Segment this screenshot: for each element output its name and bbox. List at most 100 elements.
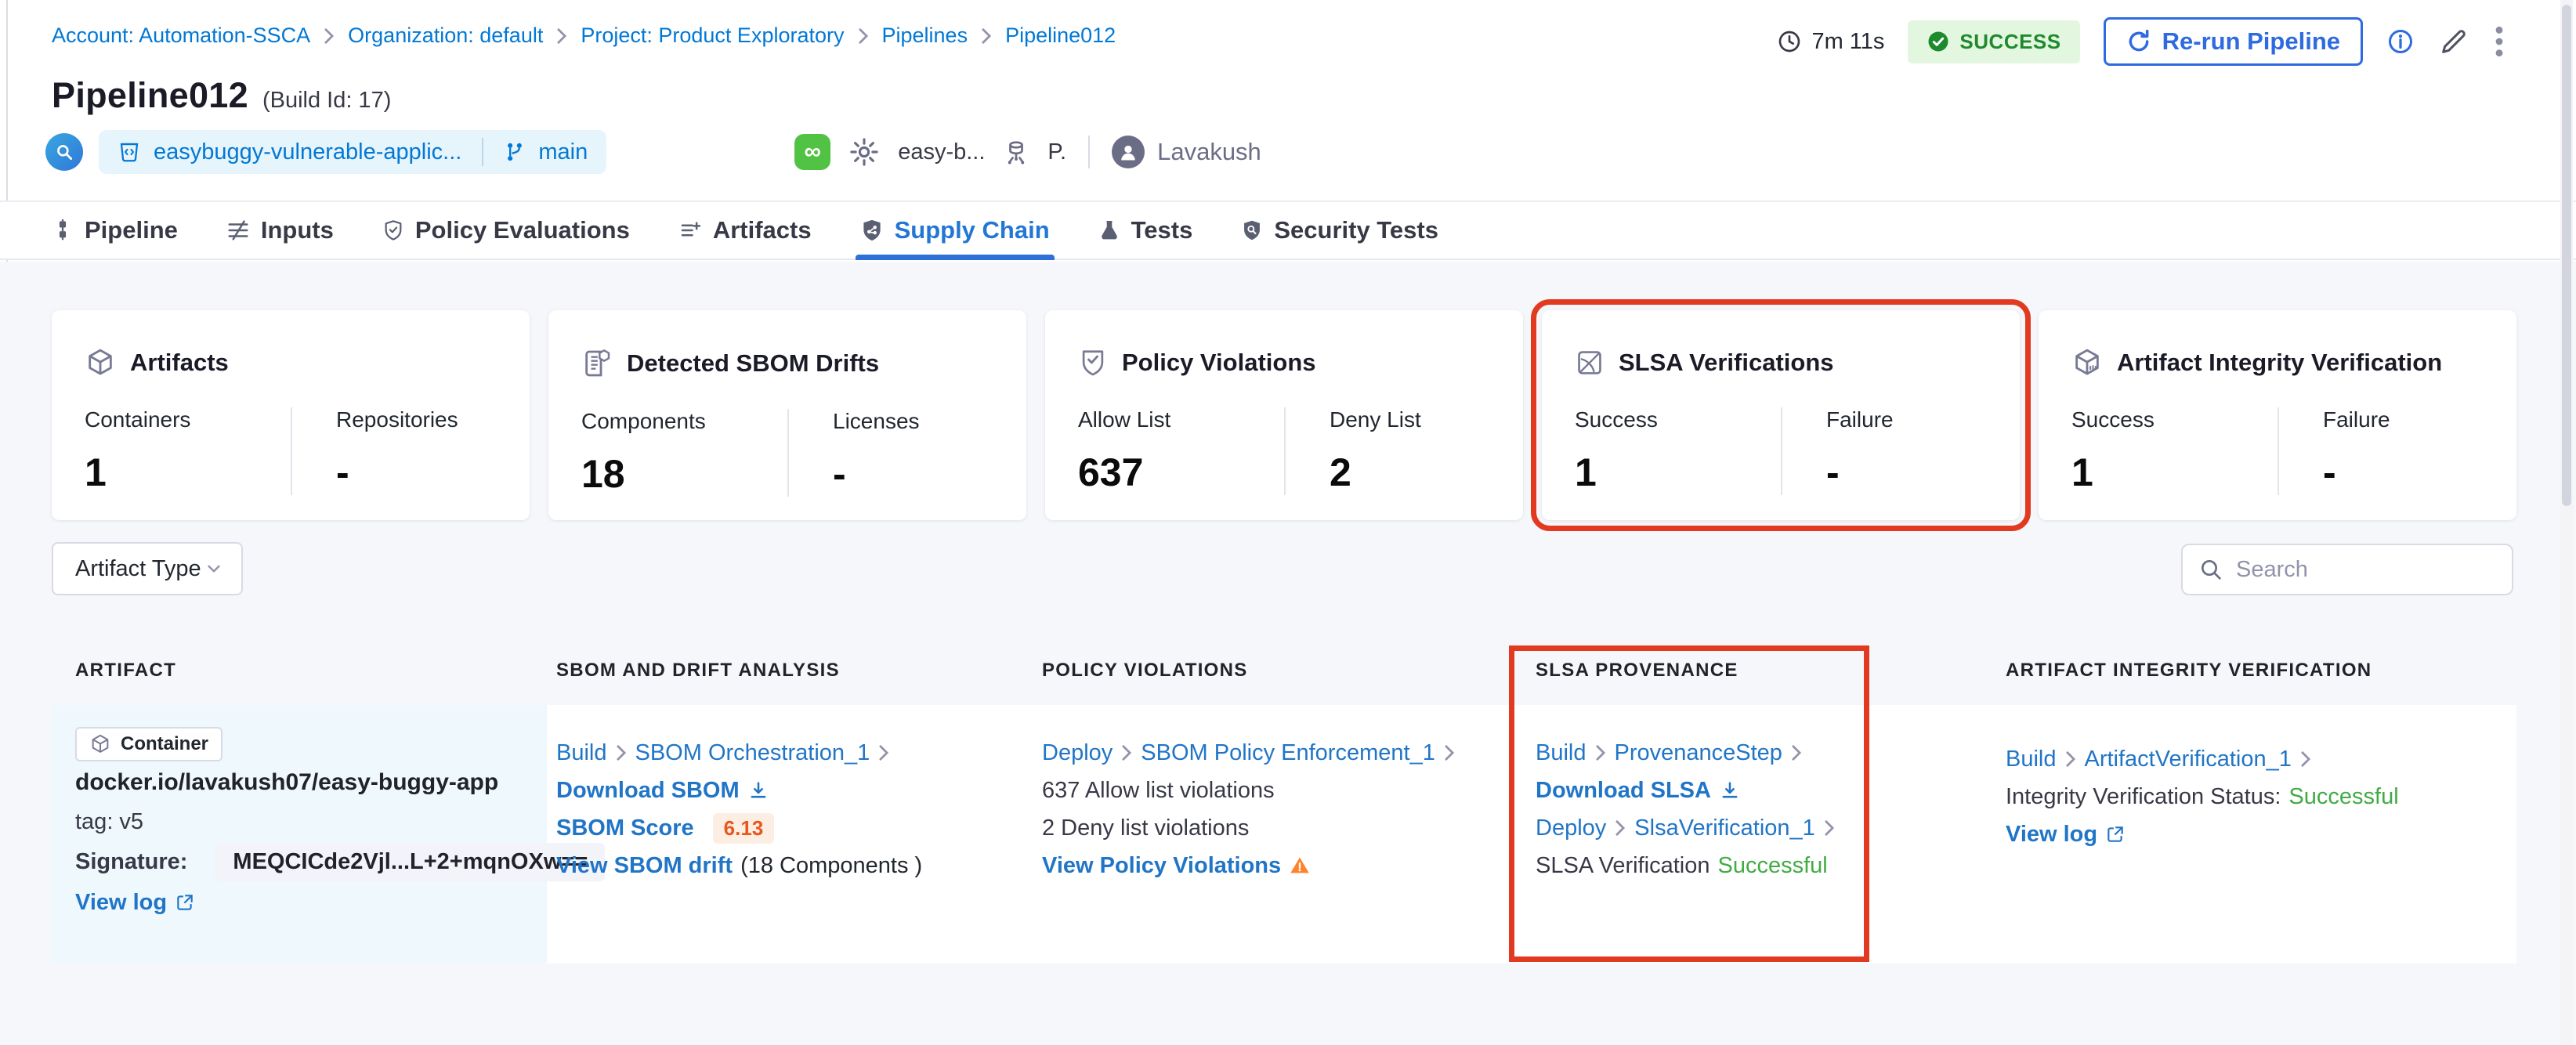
webhook-trigger-icon bbox=[45, 133, 83, 171]
stat-label: Success bbox=[2071, 407, 2155, 432]
view-sbom-drift-link[interactable]: View SBOM drift bbox=[556, 853, 733, 879]
card-slsa-verifications: SLSA Verifications Success 1 Failure - bbox=[1531, 299, 2031, 531]
container-type-label: Container bbox=[121, 733, 209, 754]
edit-button[interactable] bbox=[2438, 26, 2469, 57]
stat-value: 2 bbox=[1330, 450, 1351, 494]
info-button[interactable] bbox=[2386, 27, 2415, 56]
chevron-right-icon bbox=[2066, 751, 2075, 767]
sbom-step-link[interactable]: SBOM Orchestration_1 bbox=[635, 740, 870, 766]
kebab-menu-icon bbox=[2495, 26, 2503, 57]
pipeline-icon bbox=[59, 219, 67, 240]
download-sbom-link[interactable]: Download SBOM bbox=[556, 778, 740, 804]
vertical-scrollbar[interactable] bbox=[2560, 0, 2573, 1045]
slsa-cell: Build ProvenanceStep Download SLSA Deplo… bbox=[1536, 735, 1836, 884]
stage-icon bbox=[1008, 141, 1025, 165]
breadcrumb-pipelines[interactable]: Pipelines bbox=[882, 24, 968, 48]
stat-value: - bbox=[1826, 450, 1840, 494]
stat-value: - bbox=[833, 452, 846, 496]
integrity-stage-link[interactable]: Build bbox=[2006, 747, 2057, 772]
download-slsa-link[interactable]: Download SLSA bbox=[1536, 778, 1711, 804]
duration: 7m 11s bbox=[1777, 29, 1884, 55]
download-icon bbox=[751, 782, 766, 798]
chevron-right-icon bbox=[859, 27, 868, 44]
check-circle-icon bbox=[1928, 31, 1948, 52]
slsa-step1-link[interactable]: ProvenanceStep bbox=[1615, 740, 1782, 766]
branch-name[interactable]: main bbox=[538, 139, 588, 165]
cube-icon bbox=[2075, 349, 2099, 375]
integrity-status-value: Successful bbox=[2288, 783, 2399, 809]
supply-chain-content: Artifacts Containers 1 Repositories - De… bbox=[0, 262, 2576, 1045]
policy-stage-link[interactable]: Deploy bbox=[1042, 740, 1113, 766]
pencil-icon bbox=[2442, 30, 2466, 53]
inputs-icon bbox=[228, 220, 248, 240]
chevron-right-icon bbox=[982, 27, 992, 44]
breadcrumb-account[interactable]: Account: Automation-SSCA bbox=[52, 24, 310, 48]
sbom-stage-link[interactable]: Build bbox=[556, 740, 607, 766]
more-options-button[interactable] bbox=[2493, 24, 2505, 59]
breadcrumb: Account: Automation-SSCA Organization: d… bbox=[52, 24, 1116, 48]
chevron-right-icon bbox=[617, 745, 626, 761]
sbom-score-label[interactable]: SBOM Score bbox=[556, 815, 694, 841]
policy-step-link[interactable]: SBOM Policy Enforcement_1 bbox=[1141, 740, 1435, 766]
col-artifact: ARTIFACT bbox=[75, 660, 177, 681]
table-header: ARTIFACT SBOM AND DRIFT ANALYSIS POLICY … bbox=[0, 642, 2576, 705]
tab-artifacts[interactable]: Artifacts bbox=[678, 202, 812, 259]
artifact-type-select[interactable]: Artifact Type bbox=[52, 542, 243, 595]
col-integrity: ARTIFACT INTEGRITY VERIFICATION bbox=[2006, 660, 2372, 681]
tab-label: Security Tests bbox=[1274, 216, 1438, 244]
stat-label: Containers bbox=[85, 407, 191, 432]
col-sbom: SBOM AND DRIFT ANALYSIS bbox=[556, 660, 840, 681]
integrity-status-label: Integrity Verification Status: bbox=[2006, 783, 2281, 809]
view-log-link[interactable]: View log bbox=[75, 890, 167, 916]
repo-name[interactable]: easybuggy-vulnerable-applic... bbox=[154, 139, 461, 165]
slsa-step2-link[interactable]: SlsaVerification_1 bbox=[1634, 815, 1815, 841]
scrollbar-thumb[interactable] bbox=[2562, 5, 2571, 506]
tab-label: Inputs bbox=[260, 216, 334, 244]
sbom-cell: Build SBOM Orchestration_1 Download SBOM… bbox=[556, 735, 922, 884]
tab-policy-evaluations[interactable]: Policy Evaluations bbox=[382, 202, 630, 259]
sbom-scroll-icon bbox=[585, 349, 610, 377]
status-badge: SUCCESS bbox=[1908, 20, 2080, 63]
artifact-tag: tag: v5 bbox=[75, 808, 144, 834]
stat-label: Deny List bbox=[1330, 407, 1421, 432]
chevron-right-icon bbox=[324, 27, 335, 44]
card-policy-violations: Policy Violations Allow List 637 Deny Li… bbox=[1045, 310, 1523, 520]
slsa-stage1-link[interactable]: Build bbox=[1536, 740, 1586, 766]
tab-tests[interactable]: Tests bbox=[1098, 202, 1193, 259]
breadcrumb-organization[interactable]: Organization: default bbox=[348, 24, 543, 48]
page-title: Pipeline012 bbox=[52, 75, 248, 115]
breadcrumb-project[interactable]: Project: Product Exploratory bbox=[581, 24, 844, 48]
breadcrumb-pipeline012[interactable]: Pipeline012 bbox=[1005, 24, 1116, 48]
tab-pipeline[interactable]: Pipeline bbox=[52, 202, 178, 259]
execution-meta-row: easybuggy-vulnerable-applic... main ∞ ea… bbox=[45, 127, 1261, 177]
pill-divider bbox=[482, 138, 484, 166]
tab-label: Tests bbox=[1131, 216, 1193, 244]
artifact-image-name: docker.io/lavakush07/easy-buggy-app bbox=[75, 769, 499, 795]
slsa-stage2-link[interactable]: Deploy bbox=[1536, 815, 1606, 841]
view-policy-violations-link[interactable]: View Policy Violations bbox=[1042, 853, 1281, 879]
sbom-drift-components: (18 Components ) bbox=[740, 852, 923, 878]
tab-supply-chain[interactable]: Supply Chain bbox=[855, 202, 1055, 260]
stat-label: Success bbox=[1575, 407, 1658, 432]
refresh-icon bbox=[2129, 29, 2149, 52]
policy-cell: Deploy SBOM Policy Enforcement_1 637 All… bbox=[1042, 735, 1456, 884]
integrity-cell: Build ArtifactVerification_1 Integrity V… bbox=[2006, 741, 2399, 852]
view-log-link[interactable]: View log bbox=[2006, 822, 2097, 848]
search-input[interactable] bbox=[2236, 556, 2496, 583]
card-title-text: Detected SBOM Drifts bbox=[627, 349, 880, 377]
chevron-right-icon bbox=[1596, 745, 1605, 761]
stat-value: 18 bbox=[581, 452, 625, 496]
tab-security-tests[interactable]: Security Tests bbox=[1241, 202, 1438, 259]
stat-label: Failure bbox=[1826, 407, 1894, 432]
repo-pill[interactable]: easybuggy-vulnerable-applic... main bbox=[99, 130, 607, 174]
stat-label: Licenses bbox=[833, 409, 920, 433]
card-title-text: Policy Violations bbox=[1122, 349, 1316, 376]
tab-label: Pipeline bbox=[85, 216, 178, 244]
download-icon bbox=[1722, 782, 1738, 798]
integrity-step-link[interactable]: ArtifactVerification_1 bbox=[2085, 747, 2292, 772]
tab-inputs[interactable]: Inputs bbox=[226, 202, 334, 259]
card-title-text: Artifacts bbox=[130, 349, 229, 376]
table-row: Container docker.io/lavakush07/easy-bugg… bbox=[52, 705, 2516, 964]
rerun-pipeline-button[interactable]: Re-run Pipeline bbox=[2103, 17, 2363, 66]
col-slsa: SLSA PROVENANCE bbox=[1536, 660, 1738, 681]
